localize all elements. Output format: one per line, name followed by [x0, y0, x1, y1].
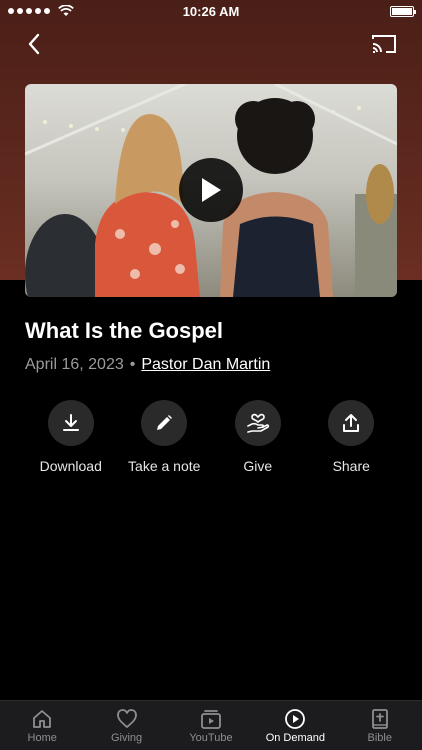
tab-giving[interactable]: Giving — [85, 708, 169, 744]
play-button[interactable] — [179, 158, 243, 222]
video-icon — [201, 709, 221, 729]
heart-icon — [116, 708, 137, 728]
battery-icon — [390, 5, 416, 17]
tab-bible-label: Bible — [367, 731, 392, 744]
tab-home[interactable]: Home — [0, 708, 84, 744]
heart-hand-icon — [246, 413, 269, 433]
give-button[interactable] — [234, 400, 281, 446]
status-time: 10:26 AM — [182, 3, 240, 19]
share-action[interactable]: Share — [305, 400, 399, 474]
action-row: Download Take a note Give Share — [24, 400, 398, 474]
tab-youtube-label: YouTube — [189, 731, 233, 744]
sermon-meta: April 16, 2023 • Pastor Dan Martin — [25, 356, 270, 374]
tab-on-demand[interactable]: On Demand — [253, 708, 337, 744]
meta-separator: • — [129, 356, 136, 373]
pencil-icon — [157, 415, 173, 430]
status-bar: 10:26 AM — [0, 0, 422, 22]
home-icon — [33, 709, 52, 728]
play-circle-icon — [285, 708, 306, 729]
download-label: Download — [39, 458, 102, 474]
chevron-left-icon — [28, 33, 40, 55]
share-icon — [343, 414, 360, 432]
give-action[interactable]: Give — [211, 400, 305, 474]
download-button[interactable] — [47, 400, 94, 446]
share-label: Share — [332, 458, 370, 474]
tab-youtube[interactable]: YouTube — [169, 708, 253, 744]
take-note-action[interactable]: Take a note — [118, 400, 212, 474]
back-button[interactable] — [20, 30, 48, 58]
take-note-label: Take a note — [128, 458, 201, 474]
share-button[interactable] — [328, 400, 375, 446]
take-note-button[interactable] — [141, 400, 188, 446]
download-icon — [62, 414, 79, 431]
bible-icon — [371, 708, 388, 729]
speaker-link[interactable]: Pastor Dan Martin — [141, 356, 270, 374]
tab-bible[interactable]: Bible — [338, 708, 422, 744]
tab-home-label: Home — [27, 731, 57, 744]
download-action[interactable]: Download — [24, 400, 118, 474]
cast-icon — [372, 35, 396, 53]
cast-button[interactable] — [370, 30, 398, 58]
bottom-tab-bar: Home Giving YouTube On Demand Bible — [0, 700, 422, 750]
sermon-date: April 16, 2023 — [25, 356, 124, 373]
sermon-title: What Is the Gospel — [25, 318, 224, 343]
play-icon — [202, 178, 221, 202]
give-label: Give — [243, 458, 273, 474]
tab-giving-label: Giving — [110, 731, 143, 744]
tab-on-demand-label: On Demand — [265, 731, 326, 744]
